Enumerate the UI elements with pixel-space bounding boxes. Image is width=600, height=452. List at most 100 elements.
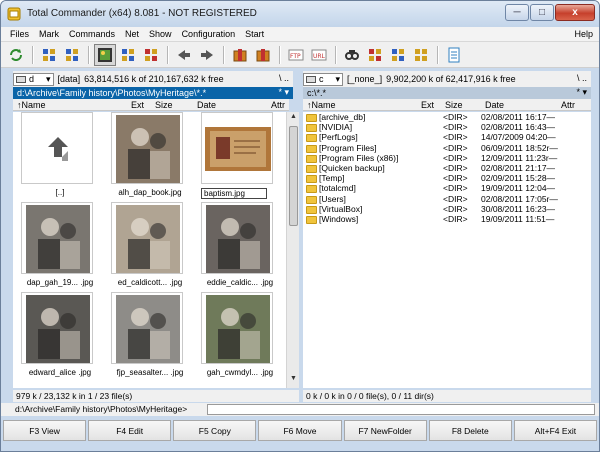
compare-button[interactable] <box>410 44 432 66</box>
photo-icon <box>26 205 90 273</box>
file-row[interactable]: [archive_db] <DIR> 02/08/2011 16:17— <box>304 112 590 122</box>
notepad-icon <box>448 47 460 62</box>
right-col-size[interactable]: Size <box>445 100 463 110</box>
ftp-connect-button[interactable]: FTP <box>285 44 307 66</box>
left-root-parent-buttons[interactable]: \ .. <box>279 73 289 83</box>
fkey-button-f4[interactable]: F4 Edit <box>88 420 172 441</box>
folder-icon <box>306 164 317 173</box>
file-size: <DIR> <box>443 142 468 153</box>
fkey-button-alt-f4[interactable]: Alt+F4 Exit <box>513 420 597 441</box>
tree-view-button[interactable] <box>117 44 139 66</box>
rename-input[interactable]: baptism.jpg <box>201 188 267 199</box>
photo-icon <box>206 295 270 363</box>
file-date: 02/08/2011 16:43— <box>481 122 556 133</box>
menu-commands[interactable]: Commands <box>64 29 120 39</box>
folder-icon <box>306 154 317 163</box>
file-row[interactable]: [PerfLogs] <DIR> 14/07/2009 04:20— <box>304 132 590 143</box>
thumbnail-label: fjp_seasalter... .jpg <box>116 368 184 377</box>
scroll-down-icon[interactable]: ▼ <box>288 375 299 386</box>
right-col-date[interactable]: Date <box>485 100 504 110</box>
right-col-name[interactable]: ↑Name <box>307 100 336 110</box>
thumbnail-item[interactable]: eddie_caldic... .jpg <box>195 202 285 292</box>
notepad-button[interactable] <box>443 44 465 66</box>
right-path-bar[interactable]: c:\*.* * ▾ <box>303 87 591 99</box>
file-row[interactable]: [totalcmd] <DIR> 19/09/2011 12:04— <box>304 183 590 194</box>
left-drive-select[interactable]: d ▾ <box>13 72 54 86</box>
file-size: <DIR> <box>443 173 468 184</box>
maximize-button[interactable]: □ <box>530 4 554 21</box>
fkey-button-f6[interactable]: F6 Move <box>258 420 342 441</box>
file-date: 02/08/2011 16:17— <box>481 112 556 122</box>
right-root-parent-buttons[interactable]: \ .. <box>577 73 587 83</box>
right-free-space: 9,902,200 k of 62,417,916 k free <box>386 74 516 84</box>
url-connect-button[interactable]: URL <box>308 44 330 66</box>
right-col-attr[interactable]: Attr <box>561 100 575 110</box>
menu-start[interactable]: Start <box>240 29 269 39</box>
file-row[interactable]: [Users] <DIR> 02/08/2011 17:05r— <box>304 194 590 204</box>
command-input[interactable] <box>207 404 595 415</box>
thumbnail-item[interactable]: edward_alice .jpg <box>15 292 105 382</box>
left-col-attr[interactable]: Attr <box>271 100 285 110</box>
thumbnail-item[interactable]: gah_cwmdyl... .jpg <box>195 292 285 382</box>
file-row[interactable]: [Quicken backup] <DIR> 02/08/2011 21:17— <box>304 163 590 173</box>
left-history-button[interactable]: * ▾ <box>278 87 289 98</box>
file-row[interactable]: [NVIDIA] <DIR> 02/08/2011 16:43— <box>304 122 590 133</box>
menu-mark[interactable]: Mark <box>34 29 64 39</box>
minimize-button[interactable]: ─ <box>505 4 529 21</box>
scroll-up-icon[interactable]: ▲ <box>288 113 299 124</box>
right-drive-select[interactable]: c ▾ <box>303 72 344 86</box>
file-row[interactable]: [Temp] <DIR> 02/09/2011 15:28— <box>304 173 590 184</box>
left-col-date[interactable]: Date <box>197 100 216 110</box>
refresh-button[interactable] <box>5 44 27 66</box>
menu-net[interactable]: Net <box>120 29 144 39</box>
thumbnail-item[interactable]: baptism.jpg <box>195 112 285 202</box>
right-history-button[interactable]: * ▾ <box>576 87 587 98</box>
close-button[interactable]: x <box>555 4 595 21</box>
left-col-name[interactable]: ↑Name <box>17 100 46 110</box>
right-col-ext[interactable]: Ext <box>421 100 434 110</box>
left-path-bar[interactable]: d:\Archive\Family history\Photos\MyHerit… <box>13 87 293 99</box>
menu-show[interactable]: Show <box>144 29 177 39</box>
left-status-bar: 979 k / 23,132 k in 1 / 23 file(s) <box>13 390 299 402</box>
col-name-label: Name <box>21 100 46 110</box>
file-name: [Temp] <box>319 173 345 184</box>
menu-configuration[interactable]: Configuration <box>177 29 241 39</box>
file-row[interactable]: [Program Files (x86)] <DIR> 12/09/2011 11:… <box>304 153 590 163</box>
file-row[interactable]: [VirtualBox] <DIR> 30/08/2011 16:23— <box>304 204 590 214</box>
thumbnail-item[interactable]: fjp_seasalter... .jpg <box>105 292 195 382</box>
right-drive-bar: c ▾ [_none_] 9,902,200 k of 62,417,916 k… <box>303 71 591 87</box>
left-col-ext[interactable]: Ext <box>131 100 144 110</box>
scroll-thumb[interactable] <box>289 126 298 226</box>
file-row[interactable]: [Program Files] <DIR> 06/09/2011 18:52r— <box>304 143 590 153</box>
file-row[interactable]: [Windows] <DIR> 19/09/2011 11:51— <box>304 214 590 224</box>
fkey-button-f8[interactable]: F8 Delete <box>428 420 512 441</box>
fkey-button-f5[interactable]: F5 Copy <box>173 420 257 441</box>
title-bar[interactable]: Total Commander (x64) 8.081 - NOT REGIST… <box>1 1 599 27</box>
thumbnail-item[interactable]: ed_caldicott... .jpg <box>105 202 195 292</box>
photo-thumbnail <box>21 202 93 274</box>
details-view-button[interactable] <box>61 44 83 66</box>
pack-button[interactable] <box>229 44 251 66</box>
file-date: 06/09/2011 18:52r— <box>481 142 558 153</box>
unpack-button[interactable] <box>252 44 274 66</box>
pack-icon <box>233 48 247 61</box>
forward-button[interactable] <box>196 44 218 66</box>
left-scrollbar[interactable]: ▲ ▼ <box>286 112 299 388</box>
menu-files[interactable]: Files <box>5 29 34 39</box>
invert-selection-button[interactable] <box>140 44 162 66</box>
icon-view-button[interactable] <box>38 44 60 66</box>
thumbnail-view-button[interactable] <box>94 43 116 66</box>
thumbnail-item[interactable]: alh_dap_book.jpg <box>105 112 195 202</box>
thumbnail-item[interactable]: [..] <box>15 112 105 202</box>
thumbnail-item[interactable]: dap_gah_19... .jpg <box>15 202 105 292</box>
search-button[interactable] <box>341 44 363 66</box>
multi-rename-button[interactable] <box>364 44 386 66</box>
hard-drive-icon <box>306 75 316 83</box>
fkey-button-f7[interactable]: F7 NewFolder <box>343 420 427 441</box>
fkey-button-f3[interactable]: F3 View <box>3 420 87 441</box>
sync-dirs-button[interactable] <box>387 44 409 66</box>
back-button[interactable] <box>173 44 195 66</box>
file-date: 02/08/2011 21:17— <box>481 162 556 173</box>
menu-help[interactable]: Help <box>574 29 593 39</box>
left-col-size[interactable]: Size <box>155 100 173 110</box>
